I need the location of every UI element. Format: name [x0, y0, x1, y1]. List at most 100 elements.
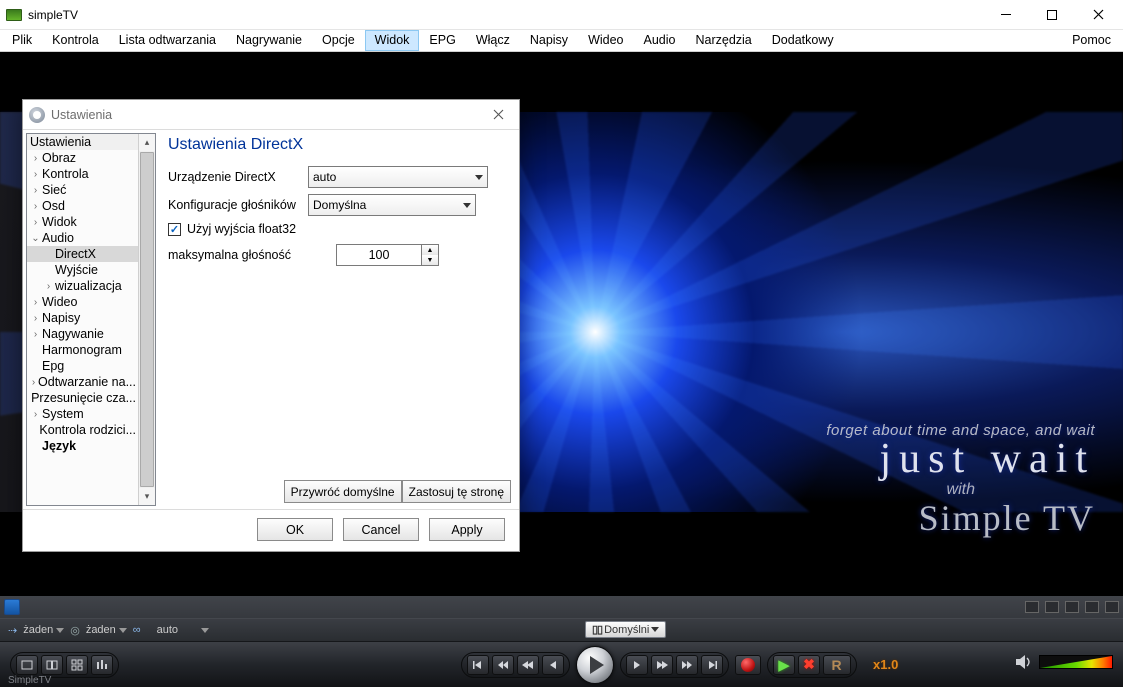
tree-item[interactable]: ›Osd: [27, 198, 138, 214]
next-button[interactable]: [676, 655, 698, 675]
panel-window-button-3[interactable]: [1065, 601, 1079, 613]
layout-grid-button[interactable]: [66, 655, 88, 675]
tree-item[interactable]: ›Napisy: [27, 310, 138, 326]
tree-item[interactable]: Harmonogram: [27, 342, 138, 358]
panel-window-button-4[interactable]: [1085, 601, 1099, 613]
seek-back-group: [461, 652, 570, 678]
menu-dodatkowy[interactable]: Dodatkowy: [762, 30, 844, 51]
device-combo[interactable]: auto: [308, 166, 488, 188]
tree-item[interactable]: Kontrola rodzici...: [27, 422, 138, 438]
tree-item[interactable]: ›Nagywanie: [27, 326, 138, 342]
menu-włącz[interactable]: Włącz: [466, 30, 520, 51]
splash-line1: forget about time and space, and wait: [826, 422, 1095, 439]
tree-scrollbar[interactable]: ▴ ▾: [138, 134, 155, 505]
signal-icon: ⇢: [8, 624, 17, 637]
step-back-button[interactable]: [542, 655, 564, 675]
tree-item[interactable]: Wyjście: [27, 262, 138, 278]
layout-bars-button[interactable]: [91, 655, 113, 675]
restore-defaults-button[interactable]: Przywróć domyślne: [284, 480, 402, 503]
menu-kontrola[interactable]: Kontrola: [42, 30, 109, 51]
dialog-titlebar: Ustawienia: [23, 100, 519, 130]
maxvol-input[interactable]: [336, 244, 422, 266]
tree-item[interactable]: Epg: [27, 358, 138, 374]
repeat-button[interactable]: R: [823, 655, 851, 675]
float32-checkbox[interactable]: ✓ Użyj wyjścia float32: [168, 222, 509, 236]
tree-item[interactable]: Język: [27, 438, 138, 454]
tree-item[interactable]: ›Widok: [27, 214, 138, 230]
menu-epg[interactable]: EPG: [419, 30, 465, 51]
volume-meter[interactable]: [1039, 655, 1113, 669]
tree-item[interactable]: ⌄Audio: [27, 230, 138, 246]
close-button[interactable]: [1075, 0, 1121, 30]
audio-mode-chip[interactable]: ▯▯ Domyślni: [585, 621, 666, 638]
pane-heading: Ustawienia DirectX: [168, 136, 509, 154]
source-dropdown-2[interactable]: żaden: [86, 624, 127, 636]
play-green-button[interactable]: ▶: [773, 655, 795, 675]
panel-top-row: [0, 596, 1123, 618]
spin-down-button[interactable]: ▼: [422, 255, 438, 265]
scroll-up-button[interactable]: ▴: [139, 134, 155, 151]
step-fwd-button[interactable]: [626, 655, 648, 675]
menu-wideo[interactable]: Wideo: [578, 30, 633, 51]
rewind-button[interactable]: [517, 655, 539, 675]
maximize-button[interactable]: [1029, 0, 1075, 30]
tree-item[interactable]: ›System: [27, 406, 138, 422]
speakers-combo[interactable]: Domyślna: [308, 194, 476, 216]
extra-group: ▶ ✖ R: [767, 652, 857, 678]
tree-item[interactable]: ›wizualizacja: [27, 278, 138, 294]
tree-item[interactable]: DirectX: [27, 246, 138, 262]
panel-logo-icon[interactable]: [4, 599, 20, 615]
menu-plik[interactable]: Plik: [2, 30, 42, 51]
speakers-label: Konfiguracje głośników: [168, 198, 308, 212]
tree-item[interactable]: ›Sieć: [27, 182, 138, 198]
apply-page-button[interactable]: Zastosuj tę stronę: [402, 480, 511, 503]
spin-up-button[interactable]: ▲: [422, 245, 438, 255]
cancel-button[interactable]: Cancel: [343, 518, 419, 541]
play-icon: [590, 656, 604, 674]
menu-napisy[interactable]: Napisy: [520, 30, 578, 51]
menu-opcje[interactable]: Opcje: [312, 30, 365, 51]
play-button[interactable]: [576, 646, 614, 684]
panel-footer-label: SimpleTV: [8, 675, 51, 686]
speakers-value: Domyślna: [313, 198, 366, 212]
apply-button[interactable]: Apply: [429, 518, 505, 541]
transport-bar: ▶ ✖ R x1.0 SimpleTV: [0, 642, 1123, 687]
settings-dialog: Ustawienia Ustawienia›Obraz›Kontrola›Sie…: [22, 99, 520, 552]
audio-mode-label: Domyślni: [604, 624, 649, 636]
checkbox-box: ✓: [168, 223, 181, 236]
splash-line3: with: [826, 481, 975, 499]
tree-item[interactable]: ›Kontrola: [27, 166, 138, 182]
source-dropdown-1[interactable]: żaden: [23, 624, 64, 636]
layout-split-button[interactable]: [41, 655, 63, 675]
menu-audio[interactable]: Audio: [634, 30, 686, 51]
minimize-button[interactable]: [983, 0, 1029, 30]
ok-button[interactable]: OK: [257, 518, 333, 541]
fast-fwd-button[interactable]: [651, 655, 673, 675]
menu-help[interactable]: Pomoc: [1062, 30, 1121, 51]
prev-button[interactable]: [492, 655, 514, 675]
speaker-icon[interactable]: [1015, 654, 1033, 670]
menu-nagrywanie[interactable]: Nagrywanie: [226, 30, 312, 51]
menu-widok[interactable]: Widok: [365, 30, 420, 51]
scroll-thumb[interactable]: [140, 152, 154, 487]
layout-single-button[interactable]: [16, 655, 38, 675]
skip-first-button[interactable]: [467, 655, 489, 675]
tree-item[interactable]: ›Wideo: [27, 294, 138, 310]
panel-window-button-1[interactable]: [1025, 601, 1039, 613]
tree-item[interactable]: Przesunięcie cza...: [27, 390, 138, 406]
mode-dropdown[interactable]: auto: [157, 624, 209, 636]
tree-item[interactable]: ›Odtwarzanie na...: [27, 374, 138, 390]
stop-x-button[interactable]: ✖: [798, 655, 820, 675]
record-button[interactable]: [735, 655, 761, 675]
panel-window-button-2[interactable]: [1045, 601, 1059, 613]
tree-item[interactable]: ›Obraz: [27, 150, 138, 166]
scroll-down-button[interactable]: ▾: [139, 488, 155, 505]
float32-label: Użyj wyjścia float32: [187, 222, 296, 236]
menu-narzędzia[interactable]: Narzędzia: [685, 30, 761, 51]
menu-lista odtwarzania[interactable]: Lista odtwarzania: [109, 30, 226, 51]
maxvol-spinner[interactable]: ▲ ▼: [336, 244, 439, 266]
skip-last-button[interactable]: [701, 655, 723, 675]
dialog-close-button[interactable]: [483, 102, 513, 128]
panel-window-button-5[interactable]: [1105, 601, 1119, 613]
device-label: Urządzenie DirectX: [168, 170, 308, 184]
